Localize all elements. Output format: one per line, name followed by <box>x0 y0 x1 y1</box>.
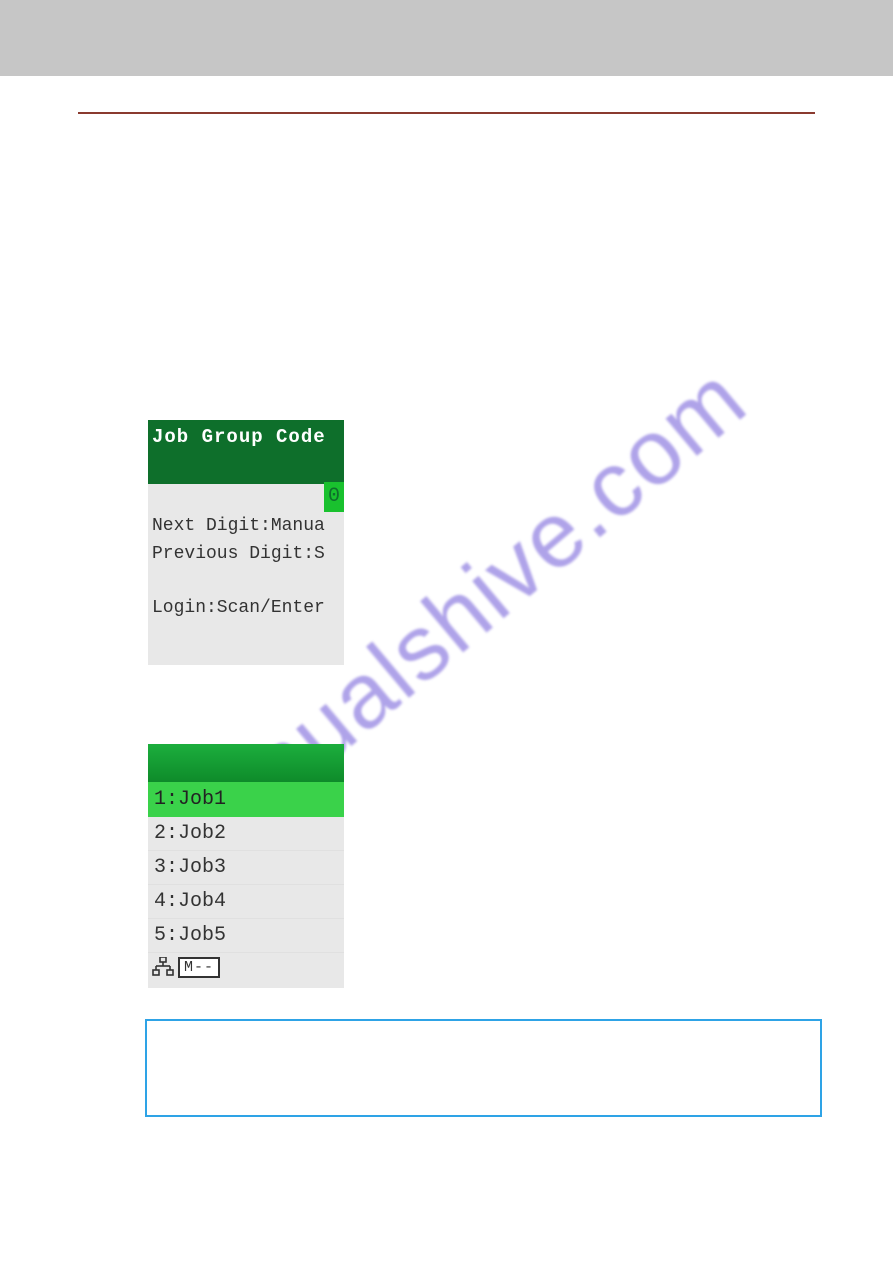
header-bar <box>0 0 893 76</box>
list-item[interactable]: 3:Job3 <box>148 851 344 885</box>
mode-indicator: M-- <box>178 957 220 978</box>
network-icon <box>152 957 174 982</box>
horizontal-rule <box>78 112 815 114</box>
hint-previous-digit: Previous Digit:S <box>148 540 344 568</box>
screen-title: Job Group Code <box>148 420 344 484</box>
device-screen-job-group-code: Job Group Code 0 Next Digit:Manua Previo… <box>148 420 344 665</box>
list-item[interactable]: 2:Job2 <box>148 817 344 851</box>
list-item[interactable]: 4:Job4 <box>148 885 344 919</box>
note-box <box>145 1019 822 1117</box>
input-row: 0 <box>148 484 344 512</box>
digit-input[interactable]: 0 <box>324 482 344 512</box>
screen-header-bar <box>148 744 344 782</box>
device-screen-job-list: 1:Job1 2:Job2 3:Job3 4:Job4 5:Job5 M-- <box>148 744 344 988</box>
status-bar: M-- <box>148 953 344 981</box>
list-item[interactable]: 5:Job5 <box>148 919 344 953</box>
hint-next-digit: Next Digit:Manua <box>148 512 344 540</box>
hint-login: Login:Scan/Enter <box>148 594 344 622</box>
list-item[interactable]: 1:Job1 <box>148 782 344 817</box>
